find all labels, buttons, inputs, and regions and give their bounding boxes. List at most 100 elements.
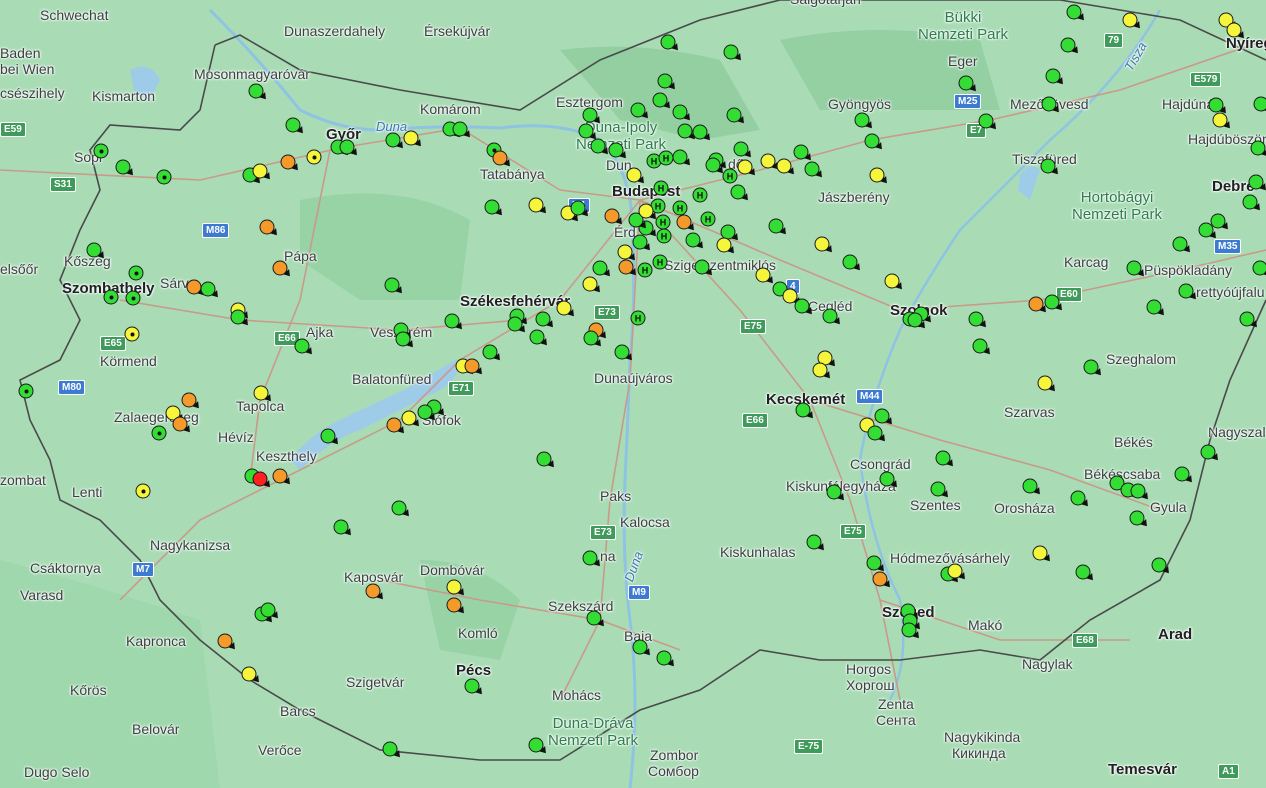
place-label-csongrad: Csongrád xyxy=(850,456,911,472)
place-label-szigetvar: Szigetvár xyxy=(346,674,405,690)
center-dot-icon xyxy=(109,295,113,299)
road-shield-m7: M7 xyxy=(132,562,154,577)
place-label-szekesfehervar: Székesfehérvár xyxy=(460,293,571,310)
place-label-oroshaza: Orosháza xyxy=(994,500,1055,516)
place-label-kormend: Körmend xyxy=(100,353,157,369)
place-label-zombor: Zombor xyxy=(650,747,699,763)
road-shield-e75a: E75 xyxy=(740,319,766,334)
hospital-h-icon: H xyxy=(657,183,665,193)
station-marker-green[interactable]: H xyxy=(656,228,672,244)
road-shield-m25: M25 xyxy=(954,94,982,109)
road-shield-e73b: E73 xyxy=(590,525,616,540)
center-dot-icon xyxy=(312,155,316,159)
station-marker-green[interactable] xyxy=(128,265,144,281)
road-shield-e75c: E-75 xyxy=(794,739,824,754)
place-label-szekszard: Szekszárd xyxy=(548,598,614,614)
place-label-zenta2: Сента xyxy=(876,712,916,728)
station-marker-yellow[interactable] xyxy=(306,149,322,165)
station-marker-green[interactable]: H xyxy=(652,254,668,270)
place-label-varasd: Varasd xyxy=(20,587,64,603)
center-dot-icon xyxy=(134,271,138,275)
place-label-nagylak: Nagylak xyxy=(1022,656,1073,672)
map-canvas[interactable]: Schwechat Baden bei Wien csészihely Kismarto… xyxy=(0,0,1266,788)
hospital-h-icon: H xyxy=(656,257,664,267)
road-shield-e75b: E75 xyxy=(840,524,866,539)
hospital-h-icon: H xyxy=(676,203,684,213)
place-label-budapest: Budapest xyxy=(612,183,681,200)
place-label-jaszbereny: Jászberény xyxy=(818,189,890,205)
place-label-bekes: Békés xyxy=(1114,434,1153,450)
place-label-mohacs: Mohács xyxy=(552,687,602,703)
road-shield-e59: E59 xyxy=(0,122,26,137)
place-label-baden: Baden xyxy=(0,45,41,61)
place-label-nagyszalonta: Nagyszal xyxy=(1208,424,1266,440)
place-label-veroce: Verőce xyxy=(258,742,302,758)
park-label-bukki: Bükki Nemzeti Park xyxy=(918,9,1009,43)
station-marker-green[interactable] xyxy=(103,289,119,305)
place-label-szeghalom: Szeghalom xyxy=(1106,351,1177,367)
place-label-tolna: na xyxy=(600,548,616,564)
road-shield-m35: M35 xyxy=(1214,239,1242,254)
road-shield-e73a: E73 xyxy=(594,305,620,320)
road-shield-e68: E68 xyxy=(1072,633,1098,648)
station-marker-yellow[interactable] xyxy=(124,326,140,342)
place-label-zombor2: Сомбор xyxy=(648,763,699,779)
lake-tisza xyxy=(1018,166,1040,200)
place-label-csesihely: csészihely xyxy=(0,85,65,101)
place-label-mako: Makó xyxy=(968,617,1003,633)
station-marker-green[interactable]: H xyxy=(653,180,669,196)
hospital-h-icon: H xyxy=(660,231,668,241)
station-marker-green[interactable] xyxy=(18,383,34,399)
place-label-nagykanizsa: Nagykanizsa xyxy=(150,537,231,553)
station-marker-green[interactable]: H xyxy=(700,211,716,227)
hospital-h-icon: H xyxy=(641,265,649,275)
place-label-tatabanya: Tatabánya xyxy=(480,166,545,182)
place-label-elsoor: elsőőr xyxy=(0,261,39,277)
place-label-gyongyos: Gyöngyös xyxy=(828,96,892,112)
road-shield-a1: A1 xyxy=(1218,764,1239,779)
place-label-pecs: Pécs xyxy=(456,662,492,679)
place-label-csaktornya: Csáktornya xyxy=(30,560,101,576)
place-label-belovar: Belovár xyxy=(132,721,180,737)
station-marker-green[interactable]: H xyxy=(692,187,708,203)
center-dot-icon xyxy=(157,431,161,435)
station-marker-green[interactable]: H xyxy=(630,310,646,326)
station-marker-green[interactable]: H xyxy=(672,200,688,216)
place-label-horgos2: Хоргош xyxy=(846,677,895,693)
hospital-h-icon: H xyxy=(696,190,704,200)
place-label-hodmezovasarhely: Hódmezővásárhely xyxy=(890,550,1010,566)
river-label-duna-north: Duna xyxy=(376,119,408,134)
station-marker-green[interactable]: H xyxy=(637,262,653,278)
station-marker-yellow[interactable] xyxy=(135,483,151,499)
road-shield-e60: E60 xyxy=(1056,287,1082,302)
hospital-h-icon: H xyxy=(726,171,734,181)
place-label-papa: Pápa xyxy=(284,248,317,264)
place-label-berettyoujfalu: rettyóújfalu xyxy=(1196,284,1265,300)
station-marker-green[interactable] xyxy=(156,169,172,185)
station-marker-green[interactable] xyxy=(125,290,141,306)
place-label-wien: bei Wien xyxy=(0,61,55,77)
place-label-barcs: Barcs xyxy=(280,703,316,719)
road-shield-e65: E65 xyxy=(100,336,126,351)
place-label-heviz: Hévíz xyxy=(218,429,254,445)
place-label-kalocsa: Kalocsa xyxy=(620,514,670,530)
station-marker-green[interactable]: H xyxy=(658,150,674,166)
road-shield-m80: M80 xyxy=(58,380,86,395)
place-label-keszthely: Keszthely xyxy=(256,448,317,464)
center-dot-icon xyxy=(130,332,134,336)
place-label-nagykikinda: Nagykikinda xyxy=(944,729,1021,745)
place-label-nyiregyhaza: Nyíreg xyxy=(1226,35,1266,52)
park-label-dunadrava: Duna-Dráva Nemzeti Park xyxy=(548,715,639,749)
place-label-eger: Eger xyxy=(948,53,978,69)
station-marker-green[interactable] xyxy=(151,425,167,441)
station-marker-green[interactable] xyxy=(93,143,109,159)
place-label-sarvar: Sárv xyxy=(160,275,189,291)
place-label-ersekujvar: Érsekújvár xyxy=(424,23,491,39)
place-label-szarvas: Szarvas xyxy=(1004,404,1055,420)
place-label-komlo: Komló xyxy=(458,625,498,641)
road-shield-e79: 79 xyxy=(1104,33,1124,48)
center-dot-icon xyxy=(141,489,145,493)
road-shield-e71: E71 xyxy=(448,381,474,396)
hospital-h-icon: H xyxy=(659,217,667,227)
place-label-dombovar: Dombóvár xyxy=(420,562,485,578)
